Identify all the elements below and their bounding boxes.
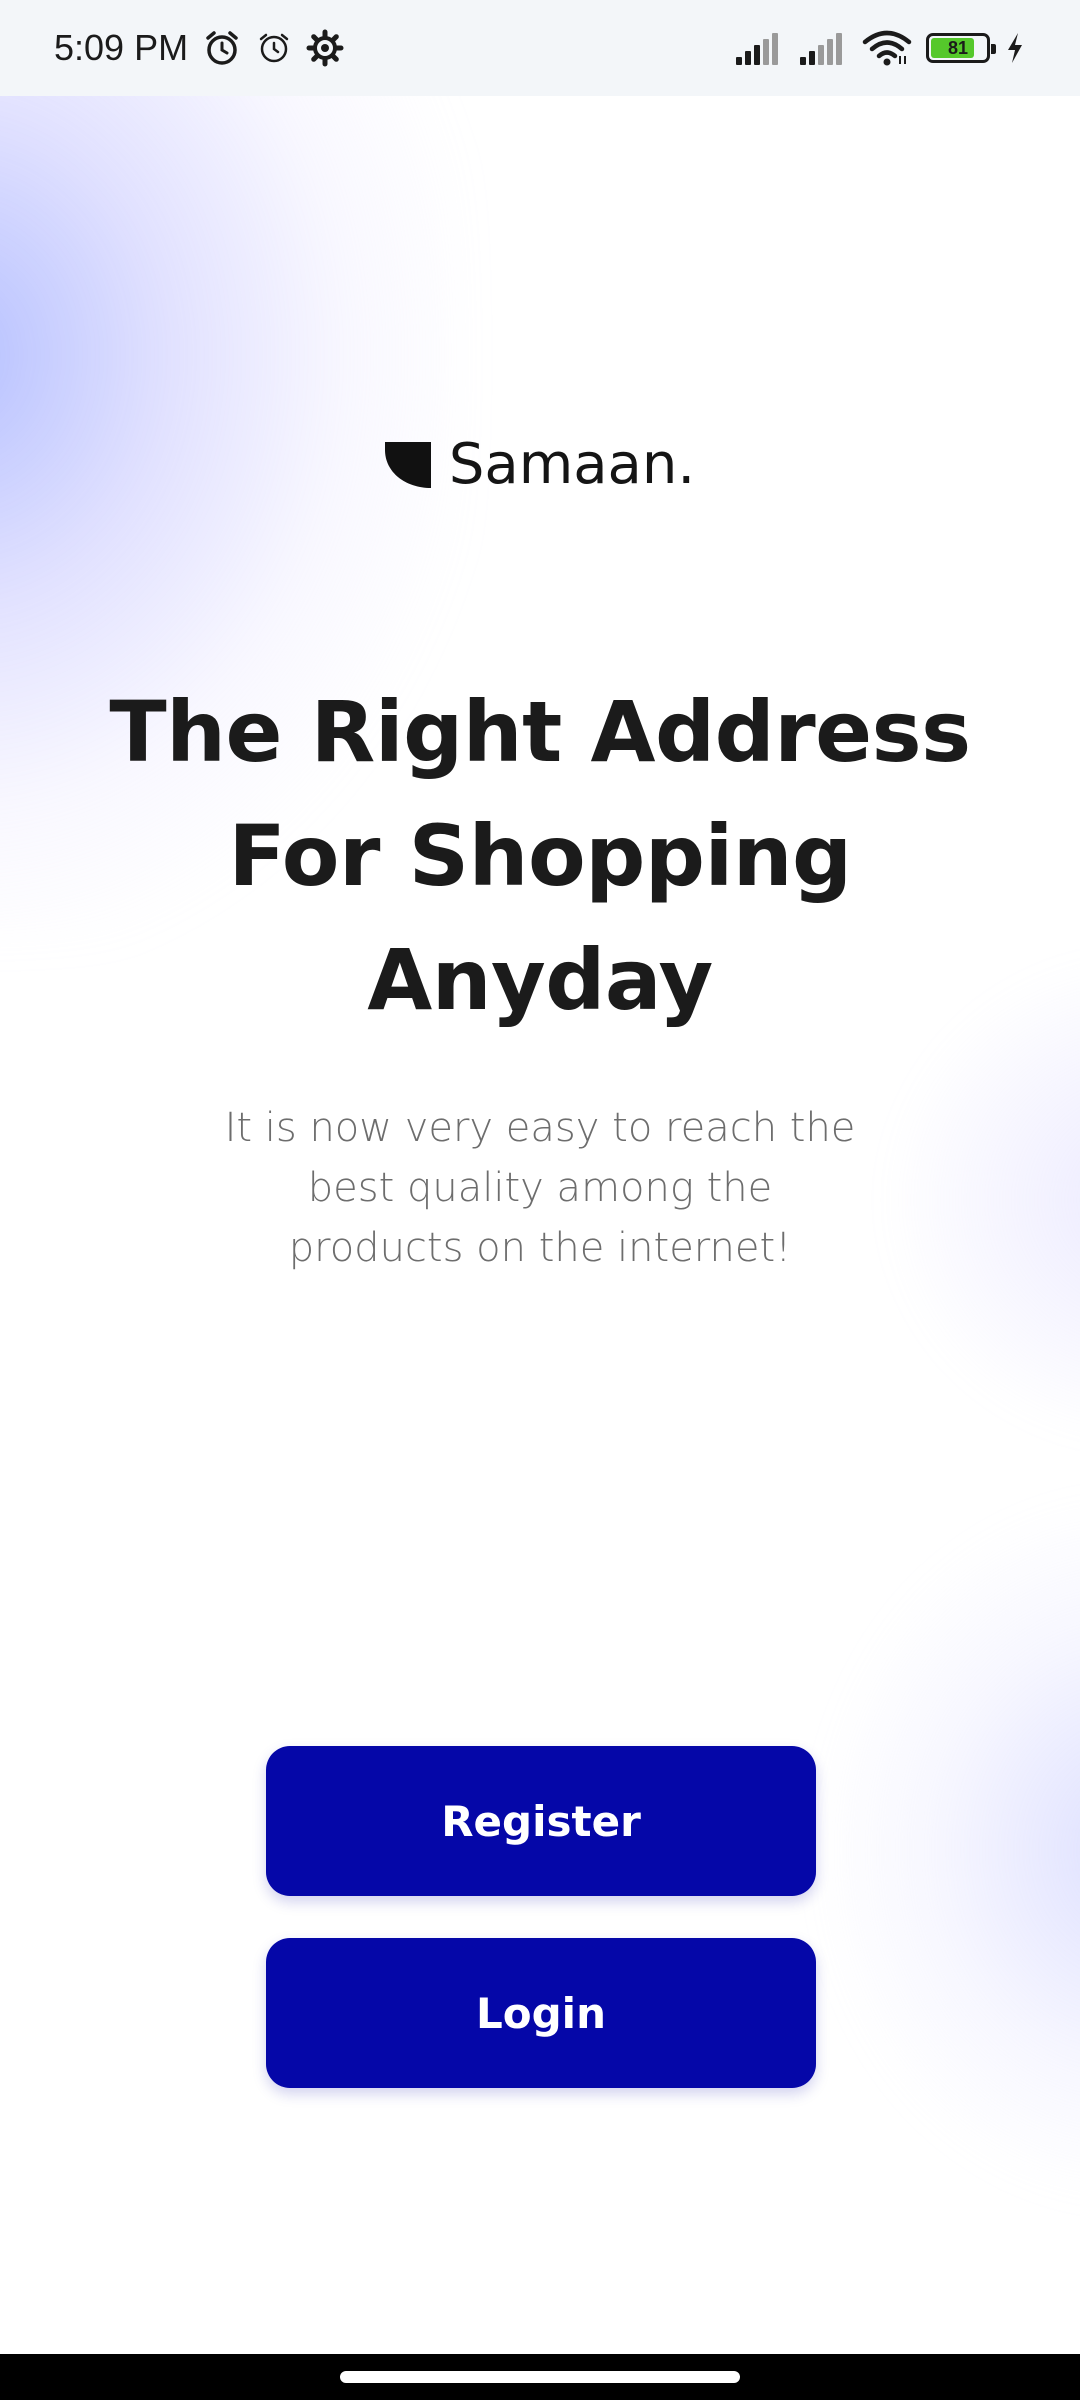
subtitle-line: products on the internet! bbox=[288, 1225, 792, 1271]
status-time: 5:09 PM bbox=[54, 27, 189, 68]
charging-icon bbox=[1004, 31, 1026, 65]
battery-level: 81 bbox=[947, 37, 969, 58]
login-button[interactable]: Login bbox=[266, 1938, 816, 2088]
clock-icon bbox=[256, 30, 292, 66]
register-button-label: Register bbox=[441, 1796, 641, 1846]
status-left: 5:09 PM bbox=[54, 27, 344, 69]
subtitle-line: It is now very easy to reach the bbox=[224, 1105, 856, 1151]
headline: The Right Address For Shopping Anyday bbox=[80, 670, 1000, 1042]
signal-icon bbox=[798, 31, 848, 65]
headline-line: Anyday bbox=[367, 931, 713, 1029]
gear-icon bbox=[306, 29, 344, 67]
headline-line: The Right Address bbox=[109, 683, 971, 781]
brand-name: Samaan. bbox=[448, 432, 696, 497]
background-gradient bbox=[820, 1500, 1080, 2200]
signal-icon bbox=[734, 31, 784, 65]
login-button-label: Login bbox=[476, 1988, 606, 2038]
navigation-bar bbox=[0, 2354, 1080, 2400]
home-indicator[interactable] bbox=[340, 2371, 740, 2383]
headline-line: For Shopping bbox=[228, 807, 852, 905]
shield-icon bbox=[384, 441, 431, 488]
brand-logo: Samaan. bbox=[0, 432, 1080, 497]
status-right: 81 bbox=[734, 30, 1026, 66]
alarm-icon bbox=[202, 28, 242, 68]
welcome-screen: 5:09 PM 81 Samaan. The Right Address For… bbox=[0, 0, 1080, 2400]
register-button[interactable]: Register bbox=[266, 1746, 816, 1896]
status-bar: 5:09 PM 81 bbox=[0, 0, 1080, 96]
subtitle: It is now very easy to reach the best qu… bbox=[180, 1098, 900, 1278]
wifi-icon bbox=[862, 30, 912, 66]
battery-icon: 81 bbox=[926, 33, 996, 63]
subtitle-line: best quality among the bbox=[307, 1165, 773, 1211]
